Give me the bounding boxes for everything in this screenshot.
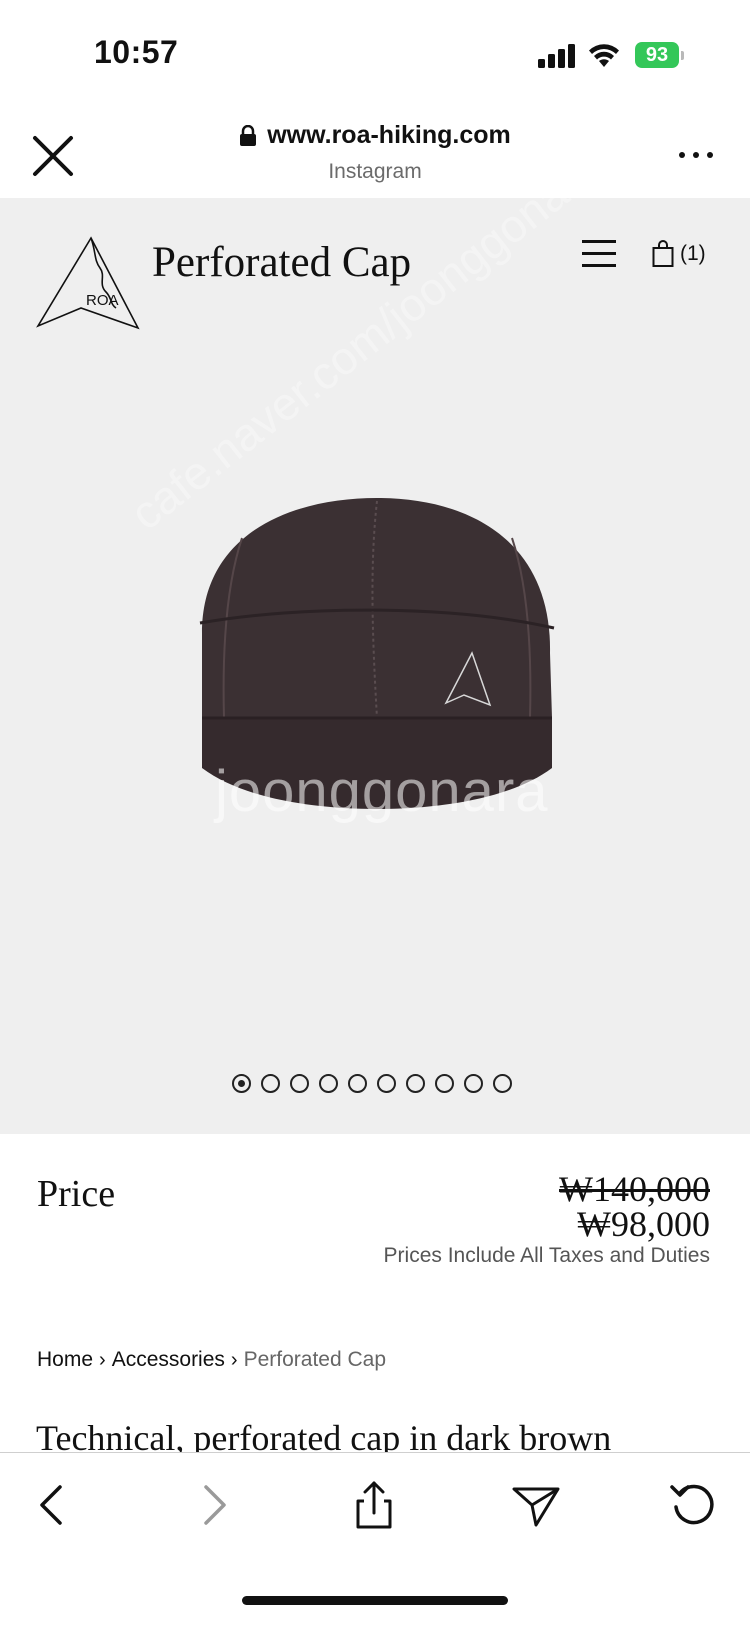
status-bar: 10:57 93 xyxy=(0,0,750,105)
menu-bar xyxy=(582,264,616,267)
share-icon[interactable] xyxy=(348,1479,400,1531)
battery-level: 93 xyxy=(645,44,669,66)
price-label: Price xyxy=(37,1173,116,1215)
breadcrumb-separator: › xyxy=(99,1348,106,1371)
breadcrumb-accessories[interactable]: Accessories xyxy=(112,1348,225,1372)
close-icon[interactable] xyxy=(30,133,76,179)
product-title: Perforated Cap xyxy=(152,239,412,286)
more-icon[interactable] xyxy=(676,145,716,165)
wifi-icon xyxy=(589,44,619,67)
carousel-dot[interactable] xyxy=(435,1074,454,1093)
carousel-dot[interactable] xyxy=(406,1074,425,1093)
carousel-dot[interactable] xyxy=(493,1074,512,1093)
url-line: www.roa-hiking.com xyxy=(239,121,511,150)
shopping-bag-icon xyxy=(652,240,674,267)
carousel-dot[interactable] xyxy=(232,1074,251,1093)
logo-icon[interactable]: ROA xyxy=(36,236,146,332)
battery-cap xyxy=(681,51,684,60)
product-gallery[interactable]: ROA Perforated Cap (1) joonggonara cafe.… xyxy=(0,198,750,1134)
carousel-dots xyxy=(232,1074,512,1093)
signal-icon xyxy=(538,44,575,68)
menu-bar xyxy=(582,240,616,243)
carousel-dot[interactable] xyxy=(290,1074,309,1093)
breadcrumb-current: Perforated Cap xyxy=(243,1348,386,1371)
url-text: www.roa-hiking.com xyxy=(267,121,511,149)
breadcrumb-separator: › xyxy=(230,1348,238,1371)
address-bar[interactable]: www.roa-hiking.com Instagram xyxy=(180,121,570,184)
cart-button[interactable]: (1) xyxy=(652,238,706,270)
source-label: Instagram xyxy=(328,159,422,183)
browser-header: www.roa-hiking.com Instagram xyxy=(0,105,750,198)
breadcrumb-home[interactable]: Home xyxy=(37,1348,93,1372)
forward-icon[interactable] xyxy=(186,1479,238,1531)
cart-count: (1) xyxy=(680,242,706,265)
watermark: joonggonara xyxy=(215,759,549,824)
carousel-dot[interactable] xyxy=(319,1074,338,1093)
carousel-dot[interactable] xyxy=(377,1074,396,1093)
logo-text: ROA xyxy=(86,292,119,309)
price-note: Prices Include All Taxes and Duties xyxy=(383,1244,710,1267)
lock-icon xyxy=(240,124,257,146)
breadcrumb: Home › Accessories › Perforated Cap xyxy=(37,1348,386,1372)
reload-icon[interactable] xyxy=(668,1479,720,1531)
back-icon[interactable] xyxy=(28,1479,80,1531)
browser-toolbar xyxy=(0,1452,750,1626)
status-time: 10:57 xyxy=(94,34,179,70)
home-indicator[interactable] xyxy=(242,1596,508,1605)
carousel-dot[interactable] xyxy=(464,1074,483,1093)
menu-bar xyxy=(582,252,616,255)
carousel-dot[interactable] xyxy=(261,1074,280,1093)
battery-charging-icon: 93 xyxy=(635,42,685,68)
sale-price: ₩98,000 xyxy=(577,1204,710,1244)
carousel-dot[interactable] xyxy=(348,1074,367,1093)
send-icon[interactable] xyxy=(510,1479,562,1531)
menu-icon[interactable] xyxy=(582,240,618,270)
